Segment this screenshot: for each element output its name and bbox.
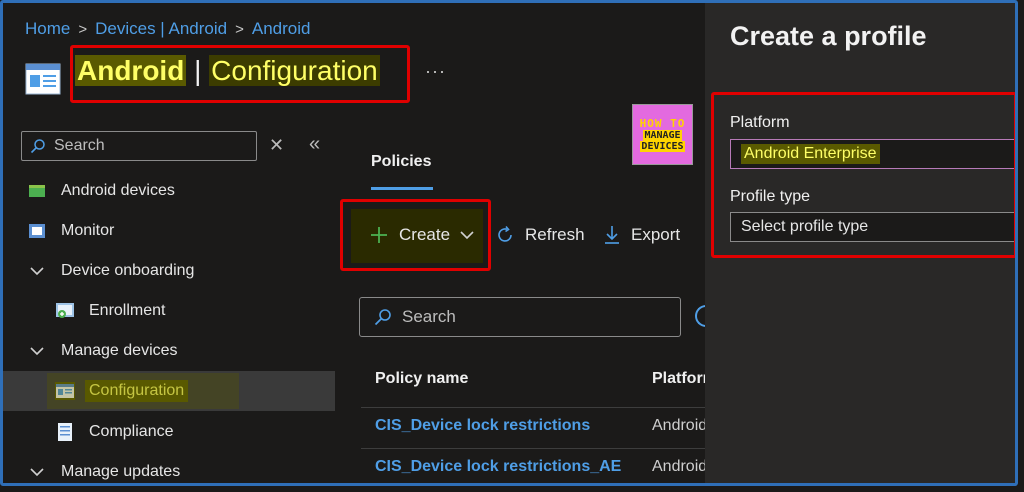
table-divider xyxy=(361,448,705,449)
export-label: Export xyxy=(631,225,681,244)
refresh-icon xyxy=(498,225,512,242)
search-icon xyxy=(374,309,391,326)
table-row-policy-name-link[interactable]: CIS_Device lock restrictions xyxy=(375,417,590,435)
sidebar-item-configuration[interactable]: Configuration xyxy=(3,371,335,411)
monitor-icon xyxy=(27,222,47,240)
search-icon xyxy=(30,139,45,154)
more-options-button[interactable]: ··· xyxy=(425,61,446,82)
table-row-platform: Android xyxy=(652,417,705,434)
table-divider xyxy=(361,407,705,408)
policy-search-placeholder: Search xyxy=(402,307,456,326)
clear-search-icon[interactable]: ✕ xyxy=(269,135,284,156)
tab-active-indicator xyxy=(371,187,433,190)
tab-policies[interactable]: Policies xyxy=(371,153,431,171)
annotation-box-create xyxy=(340,199,491,271)
export-button[interactable]: Export xyxy=(603,225,680,245)
breadcrumb-android[interactable]: Android xyxy=(252,19,311,39)
logo-line-1: HOW TO xyxy=(639,116,686,130)
breadcrumb-devices-android[interactable]: Devices | Android xyxy=(95,19,227,39)
sidebar-group-device-onboarding[interactable]: Device onboarding xyxy=(3,251,335,291)
compliance-icon xyxy=(55,423,75,441)
enrollment-icon xyxy=(55,302,75,320)
collapse-sidebar-icon[interactable]: « xyxy=(309,133,320,156)
breadcrumb: Home > Devices | Android > Android xyxy=(25,19,310,39)
annotation-box-profile xyxy=(711,92,1015,258)
chevron-down-icon xyxy=(27,463,47,481)
sidebar-item-label: Enrollment xyxy=(89,302,166,319)
chevron-right-icon: > xyxy=(235,20,244,38)
sidebar-item-label: Android devices xyxy=(61,182,175,199)
sidebar-group-manage-updates[interactable]: Manage updates xyxy=(3,452,335,483)
sidebar-item-label: Manage devices xyxy=(61,342,178,359)
table-row-platform: Android xyxy=(652,458,705,475)
sidebar-item-label: Compliance xyxy=(89,423,174,440)
sidebar-item-android-devices[interactable]: Android devices xyxy=(3,171,335,211)
portal-window: Home > Devices | Android > Android Andro… xyxy=(0,0,1018,486)
panel-title: Create a profile xyxy=(730,21,927,51)
chevron-down-icon xyxy=(27,262,47,280)
sidebar-item-label: Configuration xyxy=(85,380,189,402)
sidebar-item-label: Manage updates xyxy=(61,463,181,480)
sidebar-search-input[interactable]: Search xyxy=(21,131,257,161)
logo-line-3: DEVICES xyxy=(640,140,685,152)
column-header-policy-name[interactable]: Policy name xyxy=(375,370,468,388)
sidebar-search-placeholder: Search xyxy=(54,137,105,154)
configuration-icon xyxy=(55,382,75,400)
refresh-label: Refresh xyxy=(525,225,585,244)
configuration-page-icon xyxy=(25,63,61,100)
device-icon xyxy=(27,182,47,200)
column-header-platform[interactable]: Platform xyxy=(652,370,705,388)
download-icon xyxy=(605,226,619,244)
sidebar-item-monitor[interactable]: Monitor xyxy=(3,211,335,251)
chevron-right-icon: > xyxy=(78,20,88,38)
sidebar-item-label: Monitor xyxy=(61,222,115,239)
policy-search-input[interactable]: Search xyxy=(359,297,681,337)
breadcrumb-home[interactable]: Home xyxy=(25,19,70,39)
sidebar-item-label: Device onboarding xyxy=(61,262,195,279)
refresh-button[interactable]: Refresh xyxy=(495,225,585,245)
annotation-box-title xyxy=(70,45,410,103)
table-row-policy-name-link[interactable]: CIS_Device lock restrictions_AE xyxy=(375,458,621,476)
sidebar-item-compliance[interactable]: Compliance xyxy=(3,412,335,452)
sidebar-group-manage-devices[interactable]: Manage devices xyxy=(3,331,335,371)
chevron-down-icon xyxy=(27,342,47,360)
logo-line-2: MANAGE xyxy=(643,129,682,141)
sidebar-item-enrollment[interactable]: Enrollment xyxy=(3,291,335,331)
how-to-manage-devices-logo: HOW TO MANAGE DEVICES xyxy=(632,104,693,165)
